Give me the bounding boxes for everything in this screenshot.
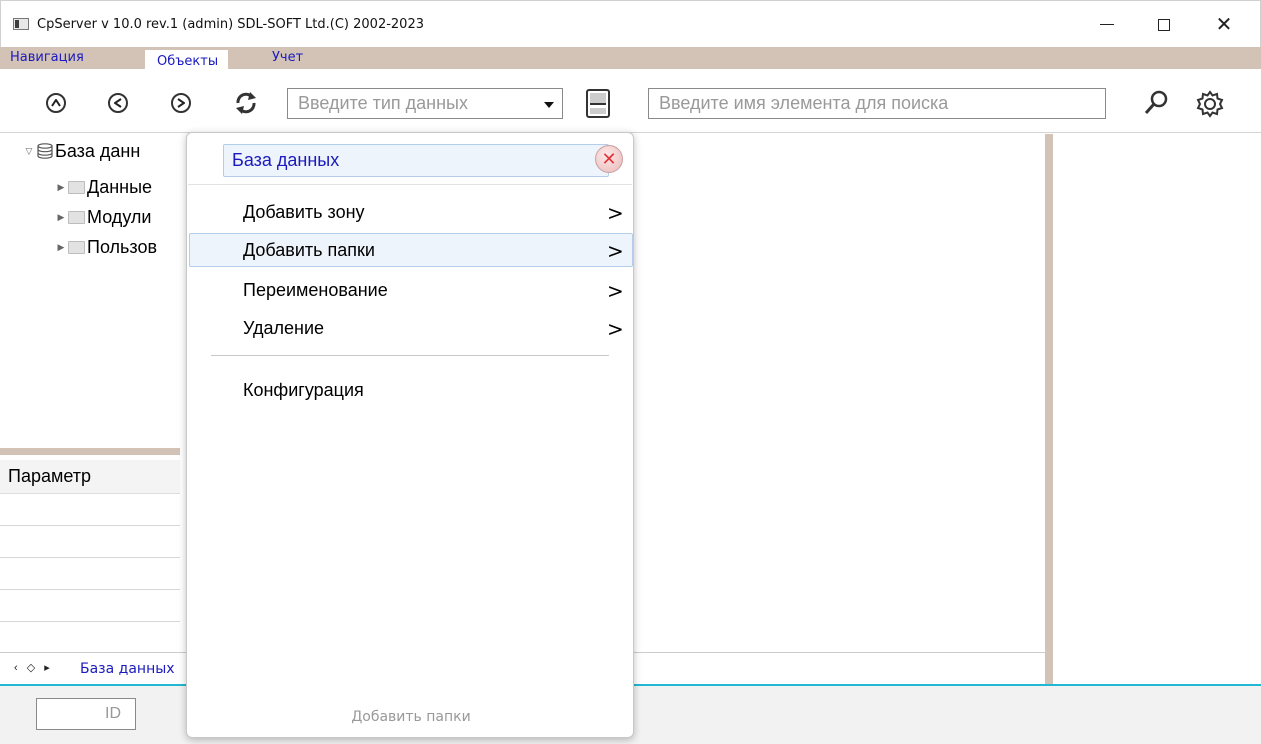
submenu-arrow-icon: > — [607, 201, 624, 225]
folder-icon — [68, 180, 85, 194]
tree-node-label: Данные — [87, 176, 153, 197]
parameter-row[interactable] — [0, 621, 180, 622]
parameter-row[interactable] — [0, 589, 180, 590]
context-menu-popup: База данных ✕ Добавить зону > Добавить п… — [186, 132, 634, 738]
submenu-arrow-icon: > — [607, 317, 624, 341]
close-window-button[interactable]: ✕ — [1196, 1, 1252, 48]
right-panel — [1053, 134, 1261, 684]
menu-item-delete[interactable]: Удаление > — [189, 311, 633, 345]
id-input[interactable] — [37, 699, 135, 729]
menu-item-label: Удаление — [243, 318, 325, 338]
search-input[interactable] — [649, 89, 1105, 118]
menu-item-add-folders[interactable]: Добавить папки > — [189, 233, 633, 267]
back-button[interactable] — [108, 93, 128, 113]
divider — [188, 184, 632, 185]
close-popup-button[interactable]: ✕ — [595, 145, 623, 173]
menu-item-label: Переименование — [243, 280, 388, 300]
tab-accounting[interactable]: Учет — [272, 50, 303, 65]
menu-tabs: Навигация Объекты Учет — [0, 47, 1261, 72]
tree-node-label: Модули — [87, 206, 152, 227]
tree-node-label: База данн — [55, 140, 141, 161]
parameter-row[interactable] — [0, 557, 180, 558]
menu-separator — [211, 355, 609, 356]
search-field[interactable] — [648, 88, 1106, 119]
submenu-arrow-icon: > — [607, 239, 624, 263]
chevron-right-icon — [177, 98, 185, 108]
tab-database[interactable]: База данных — [80, 661, 175, 677]
popup-status-text: Добавить папки — [351, 709, 471, 725]
search-icon — [1144, 90, 1168, 114]
tree-node-database[interactable]: ▽ База данн — [24, 138, 204, 164]
expand-triangle-icon[interactable]: ▶ — [56, 242, 66, 253]
expand-triangle-icon[interactable]: ▶ — [56, 182, 66, 193]
minimize-button[interactable] — [1079, 1, 1135, 48]
menu-item-label: Конфигурация — [243, 380, 364, 400]
title-bar: CpServer v 10.0 rev.1 (admin) SDL-SOFT L… — [0, 0, 1261, 47]
collapse-triangle-icon[interactable]: ▽ — [24, 146, 34, 157]
maximize-button[interactable] — [1136, 1, 1192, 48]
window-title: CpServer v 10.0 rev.1 (admin) SDL-SOFT L… — [37, 17, 424, 32]
folder-icon — [68, 240, 85, 254]
app-icon — [13, 18, 29, 30]
data-type-input[interactable] — [288, 89, 528, 118]
expand-triangle-icon[interactable]: ▶ — [56, 212, 66, 223]
menu-item-rename[interactable]: Переименование > — [189, 273, 633, 307]
toolbar — [0, 69, 1261, 133]
refresh-button[interactable] — [231, 89, 261, 117]
chevron-up-icon — [51, 99, 61, 107]
menu-item-label: Добавить зону — [243, 202, 365, 222]
tab-navigation[interactable]: Навигация — [10, 50, 84, 65]
data-type-combobox[interactable] — [287, 88, 563, 119]
search-button[interactable] — [1141, 88, 1171, 118]
maximize-icon — [1158, 18, 1170, 31]
panel-toggle-button[interactable] — [586, 89, 610, 118]
tree-node-label: Пользов — [87, 236, 158, 257]
gear-icon — [1196, 90, 1224, 118]
database-icon — [36, 143, 54, 159]
id-field[interactable] — [36, 698, 136, 730]
object-tree: ▽ База данн ▶ Данные ▶ Модули ▶ Пользов — [0, 134, 180, 448]
menu-item-add-zone[interactable]: Добавить зону > — [189, 195, 633, 229]
forward-button[interactable] — [171, 93, 191, 113]
tab-scroll-arrows[interactable]: ‹ ◇ ▸ — [14, 661, 53, 674]
folder-icon — [68, 210, 85, 224]
dropdown-arrow-icon[interactable] — [544, 102, 554, 108]
refresh-icon — [236, 92, 256, 114]
parameter-column-header[interactable]: Параметр — [0, 460, 180, 494]
submenu-arrow-icon: > — [607, 279, 624, 303]
chevron-left-icon — [114, 98, 122, 108]
settings-button[interactable] — [1195, 89, 1225, 119]
vertical-splitter[interactable] — [1045, 134, 1053, 684]
menu-item-label: Добавить папки — [243, 240, 375, 260]
up-button[interactable] — [46, 93, 66, 113]
horizontal-splitter[interactable] — [0, 448, 180, 455]
close-icon: ✕ — [601, 148, 617, 169]
minimize-icon — [1100, 24, 1114, 25]
menu-item-configuration[interactable]: Конфигурация — [189, 373, 633, 407]
parameter-row[interactable] — [0, 525, 180, 526]
close-icon: ✕ — [1215, 14, 1233, 36]
popup-title: База данных — [223, 144, 609, 177]
